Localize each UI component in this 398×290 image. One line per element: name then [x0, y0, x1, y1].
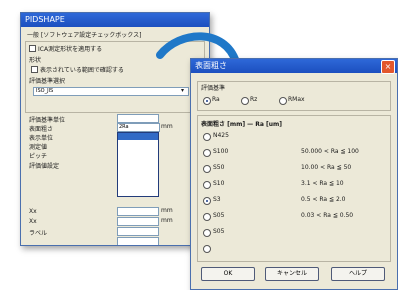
- mode-radio-rz[interactable]: [241, 97, 249, 105]
- back-section-label: 形状: [29, 57, 42, 64]
- front-dialog-window: 表面粗さ × 評価基準 Ra Rz RMax 表面粗さ [mm] — Ra [u…: [190, 58, 398, 290]
- roughness-range: 0.5 < Ra ≦ 2.0: [301, 196, 346, 203]
- list-item[interactable]: [118, 147, 158, 154]
- roughness-range: 50.000 < Ra ≦ 100: [301, 148, 359, 155]
- mode-label-rmax: RMax: [288, 96, 305, 103]
- help-button[interactable]: ヘルプ: [331, 267, 385, 281]
- back-row-input[interactable]: [117, 114, 159, 123]
- back-dropdown-list[interactable]: [117, 132, 159, 197]
- roughness-radio-selected[interactable]: [203, 197, 211, 205]
- roughness-radio[interactable]: [203, 181, 211, 189]
- back-field-label-1: 評価基準選択: [29, 78, 66, 85]
- icon-checkbox-visible[interactable]: [31, 66, 38, 73]
- roughness-range: 3.1 < Ra ≦ 10: [301, 180, 344, 187]
- back-size-select[interactable]: 2Ra: [117, 123, 160, 132]
- roughness-code: S05: [213, 228, 225, 235]
- list-item[interactable]: [118, 154, 158, 161]
- back-bottom-label: ラベル: [29, 230, 48, 237]
- roughness-code: S50: [213, 164, 225, 171]
- back-bottom-input[interactable]: [117, 227, 159, 236]
- roughness-code: S05: [213, 212, 225, 219]
- back-row-label: 表面粗さ: [29, 126, 54, 133]
- list-item[interactable]: [118, 182, 158, 189]
- mode-radio-rmax[interactable]: [279, 97, 287, 105]
- roughness-range: 10.00 < Ra ≦ 50: [301, 164, 352, 171]
- chevron-down-icon[interactable]: ▾: [181, 87, 184, 94]
- back-bottom-input[interactable]: [117, 217, 159, 226]
- back-dialog-titlebar: PIDSHAPE: [21, 13, 209, 27]
- back-row-label: ピッチ: [29, 153, 48, 160]
- roughness-range: 0.03 < Ra ≦ 0.50: [301, 212, 354, 219]
- front-dialog-title: 表面粗さ: [195, 61, 227, 70]
- roughness-list-title: 表面粗さ [mm] — Ra [um]: [201, 121, 283, 128]
- roughness-radio[interactable]: [203, 133, 211, 141]
- list-item[interactable]: [118, 189, 158, 196]
- roughness-radio[interactable]: [203, 149, 211, 157]
- back-bottom-input[interactable]: [117, 207, 159, 216]
- back-bottom-unit: mm: [161, 217, 173, 224]
- back-bottom-label: Xx: [29, 208, 37, 215]
- back-field-value-1[interactable]: ISO_JIS: [33, 87, 189, 96]
- cancel-button[interactable]: キャンセル: [265, 267, 319, 281]
- list-item[interactable]: [118, 133, 158, 140]
- mode-group-label: 評価基準: [201, 85, 226, 92]
- back-dialog-title: PIDSHAPE: [25, 15, 65, 24]
- back-checkbox-label: ICA測定形状を適用する: [38, 46, 103, 53]
- roughness-radio[interactable]: [203, 165, 211, 173]
- back-tab-label[interactable]: 一般 [ソフトウェア設定チェックボックス]: [27, 30, 141, 39]
- close-icon[interactable]: ×: [381, 60, 395, 74]
- back-bottom-unit: mm: [161, 207, 173, 214]
- back-checkbox2-label: 表示されている範囲で確認する: [40, 67, 124, 74]
- list-item[interactable]: [118, 161, 158, 168]
- roughness-radio[interactable]: [203, 245, 211, 253]
- roughness-code: S100: [213, 148, 229, 155]
- mode-label-rz: Rz: [250, 96, 258, 103]
- roughness-radio[interactable]: [203, 229, 211, 237]
- list-item[interactable]: [118, 140, 158, 147]
- back-bottom-input[interactable]: [117, 237, 159, 245]
- roughness-code: S3: [213, 196, 221, 203]
- mode-radio-ra[interactable]: [203, 97, 211, 105]
- roughness-code: N425: [213, 132, 229, 139]
- ok-button[interactable]: OK: [201, 267, 255, 281]
- back-row-label: 評価基準単位: [29, 117, 66, 124]
- back-row-label: 表示単位: [29, 135, 54, 142]
- list-item[interactable]: [118, 168, 158, 175]
- roughness-radio[interactable]: [203, 213, 211, 221]
- back-dialog-window: PIDSHAPE 一般 [ソフトウェア設定チェックボックス] ICA測定形状を適…: [20, 12, 210, 246]
- list-item[interactable]: [118, 175, 158, 182]
- back-row-label: 測定値: [29, 144, 48, 151]
- back-size-unit: mm: [161, 123, 173, 130]
- back-row-label: 評価値設定: [29, 163, 60, 170]
- front-dialog-titlebar: 表面粗さ ×: [191, 59, 397, 74]
- roughness-code: S10: [213, 180, 225, 187]
- back-bottom-label: Xx: [29, 218, 37, 225]
- mode-label-ra: Ra: [212, 96, 220, 103]
- icon-checkbox-apply[interactable]: [29, 45, 36, 52]
